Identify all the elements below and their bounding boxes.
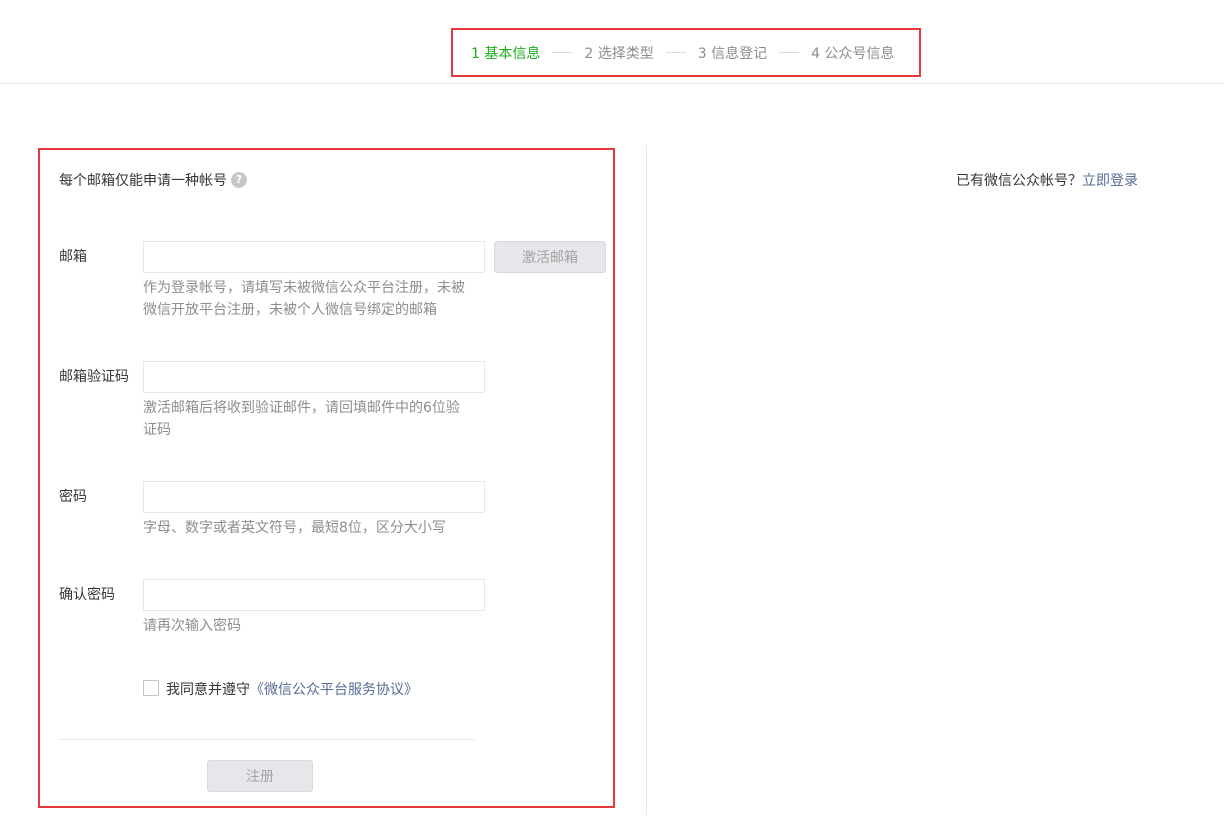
login-tip-text: 已有微信公众帐号？	[956, 173, 1082, 189]
login-tip: 已有微信公众帐号？立即登录	[956, 170, 1138, 190]
help-icon[interactable]: ?	[231, 172, 247, 188]
verify-code-hint: 激活邮箱后将收到验证邮件，请回填邮件中的6位验证码	[143, 400, 460, 438]
step-basic-info: 1 基本信息	[471, 45, 541, 62]
confirm-password-input[interactable]	[143, 579, 485, 611]
form-divider	[59, 739, 475, 740]
step-separator	[552, 52, 573, 53]
agreement-text: 我同意并遵守《微信公众平台服务协议》	[166, 679, 418, 699]
step-select-type: 2 选择类型	[584, 45, 654, 62]
step-account-info: 4 公众号信息	[811, 45, 895, 62]
verify-code-input[interactable]	[143, 361, 485, 393]
confirm-password-label: 确认密码	[59, 587, 115, 603]
step-info-register: 3 信息登记	[697, 45, 768, 62]
email-hint: 作为登录帐号，请填写未被微信公众平台注册，未被微信开放平台注册，未被个人微信号绑…	[143, 280, 465, 318]
agreement-prefix: 我同意并遵守	[166, 682, 250, 698]
step-separator	[779, 52, 800, 53]
confirm-password-hint: 请再次输入密码	[143, 618, 241, 634]
agreement-checkbox[interactable]	[143, 680, 159, 696]
login-link[interactable]: 立即登录	[1082, 173, 1138, 189]
activate-email-button[interactable]: 激活邮箱	[494, 241, 606, 273]
password-input[interactable]	[143, 481, 485, 513]
agreement-link[interactable]: 《微信公众平台服务协议》	[250, 682, 418, 698]
account-notice: 每个邮箱仅能申请一种帐号 ?	[59, 170, 247, 190]
email-label: 邮箱	[59, 249, 87, 265]
step-progress: 1 基本信息 2 选择类型 3 信息登记 4 公众号信息	[451, 28, 921, 77]
step-separator	[665, 52, 686, 53]
vertical-divider	[646, 145, 647, 815]
page-header: 1 基本信息 2 选择类型 3 信息登记 4 公众号信息	[0, 0, 1224, 84]
register-button[interactable]: 注册	[207, 760, 313, 792]
password-hint: 字母、数字或者英文符号，最短8位，区分大小写	[143, 520, 446, 536]
password-label: 密码	[59, 489, 87, 505]
email-input[interactable]	[143, 241, 485, 273]
account-notice-text: 每个邮箱仅能申请一种帐号	[59, 173, 227, 189]
verify-code-label: 邮箱验证码	[59, 369, 129, 385]
